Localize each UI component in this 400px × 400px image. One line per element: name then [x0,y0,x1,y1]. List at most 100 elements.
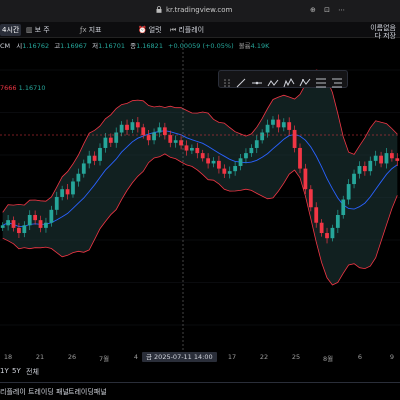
candle-up [384,153,389,164]
drag-handle-icon[interactable] [221,74,233,87]
candle-down [168,135,173,143]
candle-down [276,119,281,128]
candle-down [195,147,200,154]
indicator-legend[interactable]: 7666 1.16710 [0,84,46,92]
candle-up [76,173,81,182]
candle-down [33,214,38,221]
tab-trading-panel[interactable]: 트레이딩패널 [68,387,107,397]
candle-down [11,220,16,228]
candle-up [119,124,124,133]
candle-down [146,135,151,141]
range-1y[interactable]: 1Y [0,367,9,375]
chart-type-button[interactable]: ▥ 보 주 [26,25,50,35]
candle-up [260,132,265,141]
candle-up [233,166,238,172]
range-5y[interactable]: 5Y [12,367,21,375]
candle-down [108,137,113,143]
candle-up [254,140,259,148]
candle-down [125,124,129,130]
candle-up [71,181,75,195]
time-axis-tick: 9 [389,353,395,361]
browser-icons[interactable]: ⊕ ⊡ ⋯ [310,6,348,14]
change-value: +0.00059 (+0.05%) [168,42,234,50]
candle-up [373,155,378,161]
close-value: 1.16821 [136,42,163,50]
indicators-button[interactable]: ƒx 지표 [80,25,102,35]
candle-down [287,122,292,130]
candle-up [190,147,194,151]
trend-line-icon[interactable] [235,74,247,88]
candle-up [27,214,32,226]
candle-up [173,140,178,143]
candle-up [357,166,362,174]
indicators-icon: ƒx [80,26,87,34]
time-axis-tick: 4 [133,353,139,361]
pattern-icon[interactable] [267,74,279,87]
candle-up [352,173,356,185]
candle-down [206,158,210,164]
fib-extension-icon[interactable] [331,74,343,88]
candle-up [281,122,286,128]
candle-down [379,155,383,164]
candle-down [17,227,21,234]
candle-up [346,184,351,200]
high-value: 1.16967 [60,42,88,50]
layout-title: 이름없음 [370,24,396,32]
candle-up [22,225,27,234]
indicator-value-b: 1.16710 [18,84,46,92]
candle-up [6,220,10,226]
fib-retracement-icon[interactable] [315,74,327,88]
candle-up [265,124,270,133]
time-axis-tick: 25 [291,353,301,361]
elliott-wave-icon[interactable] [283,74,295,88]
candle-up [152,132,156,141]
candle-up [98,147,102,161]
horizontal-line-icon[interactable] [251,74,263,86]
drawing-toolbar[interactable] [218,70,348,88]
url-text[interactable]: kr.tradingview.com [166,6,232,14]
ohlc-legend: CM 시1.16762 고1.16967 저1.16701 종1.16821 +… [0,40,269,50]
range-all[interactable]: 전체 [26,367,39,377]
browser-url-bar[interactable]: kr.tradingview.com ⊕ ⊡ ⋯ [0,0,400,22]
time-axis-tick: 6 [357,353,363,361]
candle-up [81,163,86,174]
candle-down [92,155,97,161]
lock-icon [156,6,162,13]
candle-down [141,127,146,136]
candle-up [244,153,248,159]
time-axis-tick: 22 [259,353,269,361]
candle-down [217,160,221,169]
candle-up [368,160,373,172]
candle-up [44,222,48,228]
candle-down [308,189,313,208]
alarm-icon: ⏰ [138,26,147,34]
candle-down [292,129,297,148]
candle-up [60,189,65,197]
candle-up [54,196,59,210]
abcd-pattern-icon[interactable] [299,74,311,87]
candle-down [298,147,302,169]
volume-value: 4.19K [250,42,270,50]
replay-button[interactable]: ⏮ 리플레이 [170,25,204,35]
timeframe-button[interactable]: 4시간 [0,24,22,36]
candle-up [130,122,135,130]
candle-up [0,225,5,228]
candle-up [49,209,54,223]
candle-down [325,233,329,239]
candle-down [319,222,324,234]
candle-up [211,160,216,164]
candle-up [238,158,243,167]
symbol-label[interactable]: CM [0,42,10,50]
layout-name[interactable]: 이름없음 다 저장 [370,24,396,40]
candle-down [65,189,70,195]
candle-down [200,153,205,159]
tab-replay-trading-panel[interactable]: 리플레이 트레이딩 패널 [0,387,69,397]
candle-up [227,171,232,174]
range-bar: 1Y 5Y 전체 [0,366,400,378]
time-axis-tick: 8월 [322,355,334,363]
candle-down [135,122,140,128]
alert-button[interactable]: ⏰ 얼럿 [138,25,162,35]
candle-down [38,220,43,228]
time-axis-tick: 7월 [98,355,110,363]
candle-up [249,147,254,154]
